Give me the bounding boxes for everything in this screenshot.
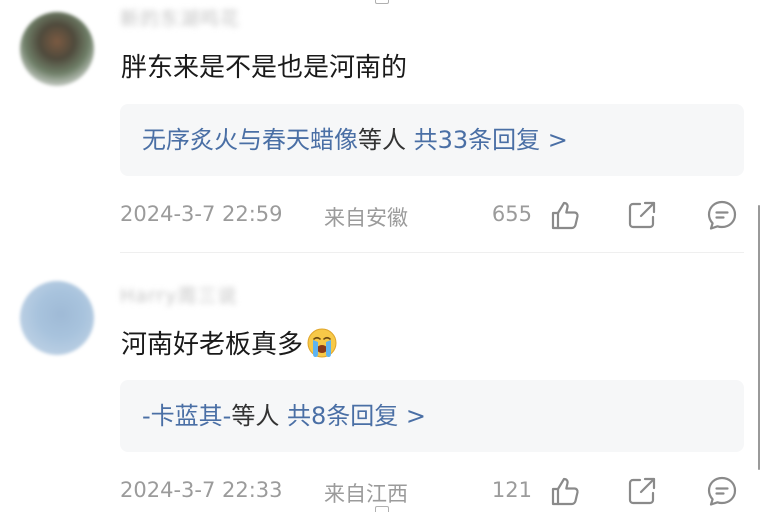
reply-summary-box[interactable]: 无序炙火与春天蜡像等人 共33条回复 > bbox=[120, 104, 744, 176]
reply-middle-text: 等人 bbox=[231, 402, 280, 430]
thumbs-up-icon[interactable] bbox=[548, 198, 582, 232]
comment-text: 河南好老板真多 bbox=[121, 326, 339, 362]
like-count: 121 bbox=[491, 478, 532, 502]
comment-meta: 2024-3-7 22:33 来自江西 121 bbox=[120, 474, 744, 508]
avatar[interactable] bbox=[20, 281, 94, 355]
comment-meta: 2024-3-7 22:59 来自安徽 655 bbox=[120, 198, 744, 232]
username[interactable]: 新的东湖鸣花 bbox=[120, 8, 290, 30]
comment-icon[interactable] bbox=[705, 474, 739, 508]
reply-summary-box[interactable]: -卡蓝其-等人 共8条回复 > bbox=[120, 380, 744, 452]
avatar[interactable] bbox=[20, 12, 94, 86]
location: 来自江西 bbox=[324, 482, 408, 506]
reply-names[interactable]: 无序炙火与春天蜡像 bbox=[142, 126, 358, 154]
comment-item: Harry周三说 河南好老板真多 -卡蓝其-等人 共8条回复 > 2024-3-… bbox=[0, 255, 762, 512]
scrollbar[interactable] bbox=[758, 205, 760, 470]
reply-count-link[interactable]: 共8条回复 > bbox=[287, 402, 426, 430]
comment-item: 新的东湖鸣花 胖东来是不是也是河南的 无序炙火与春天蜡像等人 共33条回复 > … bbox=[0, 0, 762, 250]
like-count: 655 bbox=[491, 202, 532, 226]
timestamp: 2024-3-7 22:59 bbox=[120, 202, 283, 226]
timestamp: 2024-3-7 22:33 bbox=[120, 478, 283, 502]
drag-handle-bottom[interactable] bbox=[375, 506, 389, 512]
thumbs-up-icon[interactable] bbox=[548, 474, 582, 508]
reply-summary[interactable]: -卡蓝其-等人 共8条回复 > bbox=[142, 399, 426, 433]
crying-face-emoji-icon bbox=[305, 326, 339, 360]
share-icon[interactable] bbox=[625, 474, 659, 508]
reply-count-link[interactable]: 共33条回复 > bbox=[414, 126, 568, 154]
share-icon[interactable] bbox=[625, 198, 659, 232]
username[interactable]: Harry周三说 bbox=[120, 285, 280, 307]
comment-text-body: 胖东来是不是也是河南的 bbox=[121, 53, 408, 83]
comment-text-body: 河南好老板真多 bbox=[121, 330, 304, 360]
reply-middle-text: 等人 bbox=[358, 126, 406, 154]
reply-names[interactable]: -卡蓝其- bbox=[142, 402, 231, 430]
comment-list: 新的东湖鸣花 胖东来是不是也是河南的 无序炙火与春天蜡像等人 共33条回复 > … bbox=[0, 0, 762, 512]
reply-summary[interactable]: 无序炙火与春天蜡像等人 共33条回复 > bbox=[142, 123, 568, 157]
divider bbox=[120, 252, 744, 253]
location: 来自安徽 bbox=[324, 206, 408, 230]
comment-icon[interactable] bbox=[705, 198, 739, 232]
comment-text: 胖东来是不是也是河南的 bbox=[121, 51, 407, 85]
